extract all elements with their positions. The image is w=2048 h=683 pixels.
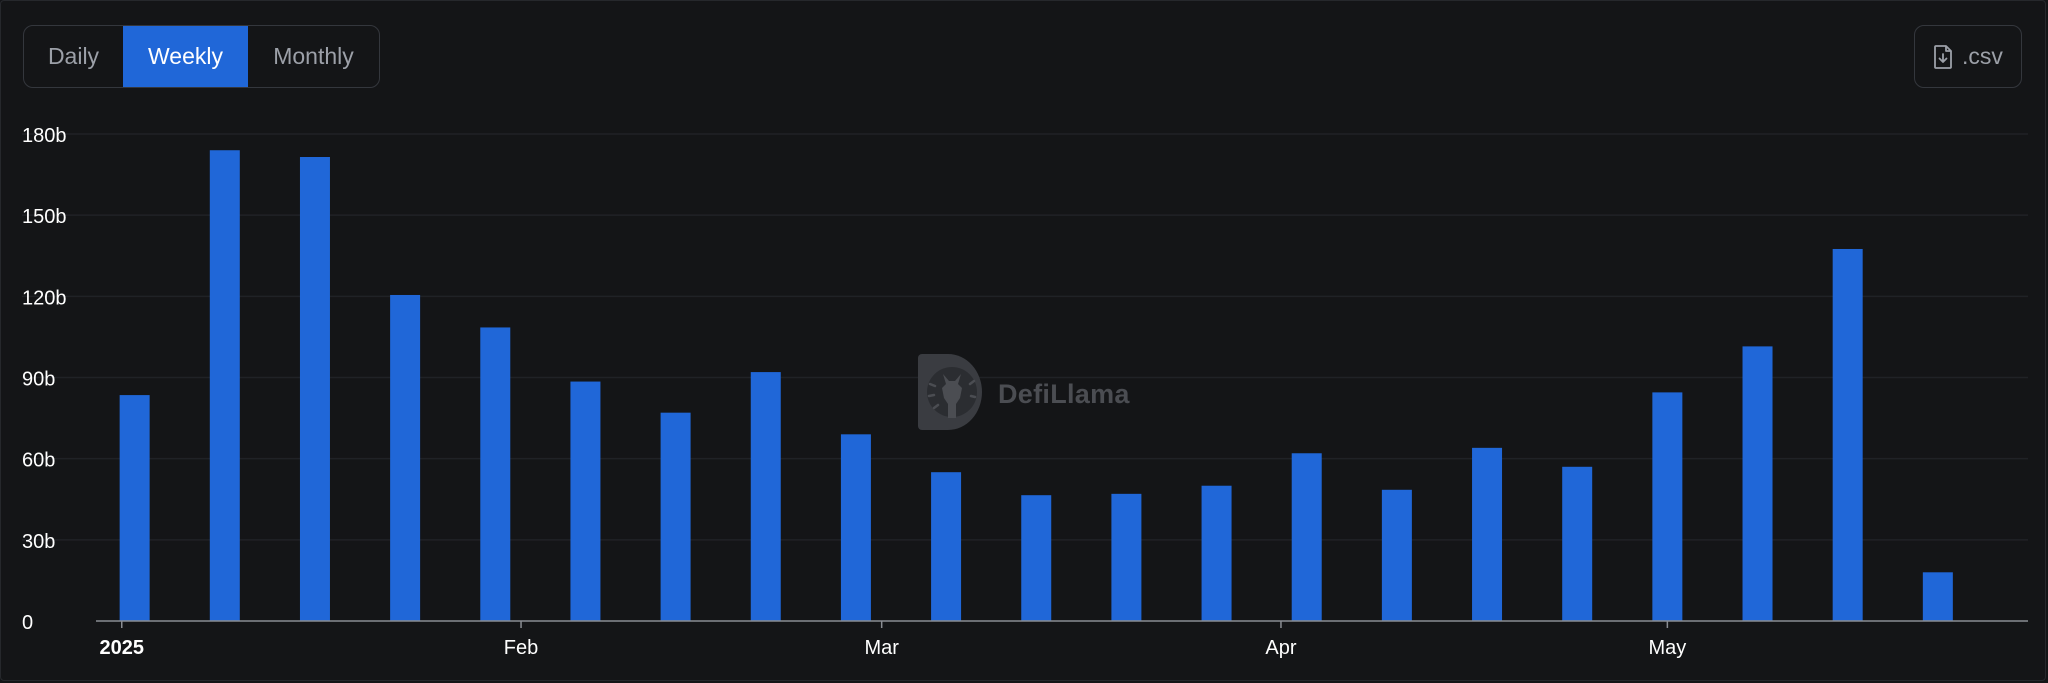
defillama-watermark: DefiLlama xyxy=(918,354,1130,435)
bar xyxy=(1201,485,1232,621)
bar xyxy=(660,412,691,621)
bar xyxy=(931,472,962,621)
bar xyxy=(1652,392,1683,621)
bar xyxy=(1832,248,1863,621)
llama-logo-icon xyxy=(918,354,986,435)
y-tick-label: 180b xyxy=(22,125,67,147)
y-tick-label: 30b xyxy=(22,531,55,553)
bar xyxy=(570,381,601,621)
bar-chart: 0 30b 60b 90b 120b 150b 180b 2025 Feb Mar Apr May xyxy=(22,125,2028,659)
bar xyxy=(390,294,421,621)
watermark-text: DefiLlama xyxy=(998,379,1130,409)
bar xyxy=(750,372,781,621)
y-tick-label: 150b xyxy=(22,206,67,228)
bar xyxy=(840,434,871,621)
bar xyxy=(299,156,330,621)
y-tick-label: 0 xyxy=(22,612,33,634)
x-tick-label: Feb xyxy=(504,637,538,659)
bar xyxy=(1922,572,1953,621)
x-tick-label: May xyxy=(1648,637,1686,659)
bar xyxy=(1111,493,1142,621)
bar xyxy=(1472,447,1503,621)
x-tick-label: 2025 xyxy=(100,637,145,659)
y-tick-label: 120b xyxy=(22,287,67,309)
bar xyxy=(1562,466,1593,621)
bar xyxy=(1381,489,1412,621)
bar xyxy=(209,150,240,621)
y-tick-label: 60b xyxy=(22,450,55,472)
x-tick-label: Apr xyxy=(1265,637,1296,659)
bar xyxy=(1021,495,1052,621)
x-tick-label: Mar xyxy=(864,637,899,659)
y-tick-label: 90b xyxy=(22,369,55,391)
bar xyxy=(119,395,150,621)
bar xyxy=(1291,453,1322,621)
bar xyxy=(480,327,511,621)
bar xyxy=(1742,346,1773,621)
